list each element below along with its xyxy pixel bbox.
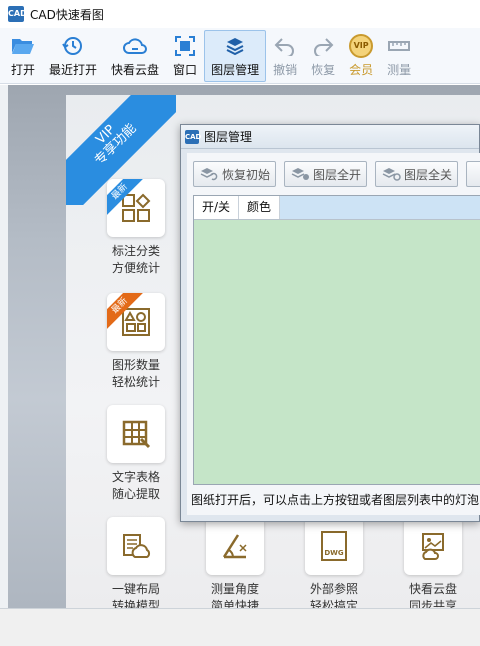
window-button[interactable]: 窗口 [166, 30, 204, 82]
recent-label: 最近打开 [49, 63, 98, 77]
cloud-share-icon [422, 533, 444, 560]
dialog-title-bar[interactable]: CAD 图层管理 [181, 125, 479, 149]
feature-tile [107, 405, 165, 463]
feature-tile [107, 517, 165, 575]
all-layers-on-label: 图层全开 [313, 167, 362, 182]
clock-history-icon [62, 34, 84, 58]
all-layers-off-button[interactable]: 图层全关 [375, 161, 459, 187]
left-strip [0, 85, 8, 608]
feature-tile: DWG [305, 517, 363, 575]
feature-caption-line1: 测量角度 [210, 582, 259, 596]
undo-button[interactable]: 撤销 [266, 30, 304, 82]
open-label: 打开 [11, 63, 36, 77]
redo-label: 恢复 [311, 63, 336, 77]
vip-label: 会员 [349, 63, 374, 77]
cloud-icon [122, 34, 148, 58]
dialog-body: 恢复初始 图层全开 图层全关 开/关 颜色 图纸打开后，可以点击上方按钮或者图层… [187, 153, 480, 515]
redo-icon [312, 34, 334, 58]
window-title: CAD快速看图 [30, 7, 104, 22]
dialog-hint-text: 图纸打开后，可以点击上方按钮或者图层列表中的灯泡 [191, 493, 480, 507]
layers-on-icon [290, 166, 310, 182]
feature-caption-line2: 轻松搞定 [309, 599, 358, 608]
feature-caption-line2: 转换模型 [111, 599, 160, 608]
layers-off-icon [381, 166, 401, 182]
recent-button[interactable]: 最近打开 [42, 30, 104, 82]
feature-text-table-extract[interactable]: 文字表格 随心提取 [96, 405, 176, 503]
feature-layout-to-model[interactable]: 一键布局 转换模型 [96, 517, 176, 608]
ruler-icon [388, 34, 411, 58]
window-label: 窗口 [173, 63, 198, 77]
layers-reset-icon [199, 166, 219, 182]
cloud-label: 快看云盘 [111, 63, 160, 77]
open-button[interactable]: 打开 [4, 30, 42, 82]
column-header-name[interactable] [280, 196, 480, 219]
undo-label: 撤销 [273, 63, 298, 77]
measure-label: 测量 [387, 63, 412, 77]
layer-manager-label: 图层管理 [211, 63, 260, 77]
cloud-button[interactable]: 快看云盘 [104, 30, 166, 82]
feature-caption-line1: 一键布局 [111, 582, 160, 596]
layer-list-header: 开/关 颜色 [194, 196, 480, 220]
dialog-title: 图层管理 [204, 130, 253, 144]
feature-caption-line2: 随心提取 [111, 487, 160, 501]
folder-open-icon [11, 34, 35, 58]
layout-cloud-icon [123, 534, 151, 558]
angle-measure-icon [222, 534, 247, 559]
app-logo-icon: CAD [8, 6, 27, 22]
all-layers-on-button[interactable]: 图层全开 [284, 161, 368, 187]
shape-count-icon [122, 308, 150, 336]
vip-button[interactable]: VIP 会员 [342, 30, 380, 82]
dialog-button-row: 恢复初始 图层全开 图层全关 [193, 161, 480, 187]
dwg-icon-text: DWG [324, 549, 344, 557]
feature-caption-line2: 同步共享 [408, 599, 457, 608]
feature-tile: 最新 [107, 293, 165, 351]
feature-caption-line2: 轻松统计 [111, 375, 160, 389]
table-extract-icon [122, 420, 151, 449]
column-header-onoff[interactable]: 开/关 [194, 196, 240, 219]
feature-annotation-category[interactable]: 最新 标注分类 方便统计 [96, 179, 176, 277]
layer-manager-button[interactable]: 图层管理 [204, 30, 267, 82]
feature-tile: 最新 [107, 179, 165, 237]
feature-measure-angle[interactable]: 测量角度 简单快捷 [195, 517, 275, 608]
redo-button[interactable]: 恢复 [304, 30, 342, 82]
column-header-color[interactable]: 颜色 [239, 196, 281, 219]
dwg-file-icon: DWG [321, 531, 347, 561]
reset-layers-label: 恢复初始 [222, 167, 271, 182]
reset-layers-button[interactable]: 恢复初始 [193, 161, 277, 187]
layers-icon [225, 34, 245, 58]
feature-external-reference[interactable]: DWG 外部参照 轻松搞定 [294, 517, 374, 608]
feature-caption-line1: 图形数量 [111, 358, 160, 372]
more-dialog-button[interactable] [466, 161, 480, 187]
main-toolbar: 打开 最近打开 快看云盘 窗口 图层管理 撤销 恢复 VIP 会员 测量 [0, 28, 480, 84]
layer-list[interactable]: 开/关 颜色 [193, 195, 480, 485]
all-layers-off-label: 图层全关 [404, 167, 453, 182]
feature-shape-count[interactable]: 最新 图形数量 轻松统计 [96, 293, 176, 391]
layer-manager-dialog: CAD 图层管理 恢复初始 图层全开 图层全关 开/关 颜色 图纸打开后，可以点… [180, 124, 480, 522]
dialog-app-logo-icon: CAD [185, 129, 201, 144]
undo-icon [274, 34, 296, 58]
feature-caption-line1: 标注分类 [111, 244, 160, 258]
feature-caption-line1: 外部参照 [309, 582, 358, 596]
title-bar: CAD CAD快速看图 [0, 0, 480, 28]
feature-caption-line1: 快看云盘 [408, 582, 457, 596]
feature-caption-line2: 简单快捷 [210, 599, 259, 608]
vip-badge-icon: VIP [349, 34, 374, 58]
feature-tile [206, 517, 264, 575]
measure-button[interactable]: 测量 [380, 30, 418, 82]
feature-caption-line1: 文字表格 [111, 470, 160, 484]
shapes-grid-icon [122, 193, 151, 222]
feature-tile [404, 517, 462, 575]
feature-caption-line2: 方便统计 [111, 261, 160, 275]
feature-cloud-share[interactable]: 快看云盘 同步共享 [393, 517, 473, 608]
window-icon [175, 34, 196, 58]
status-bar [0, 608, 480, 646]
